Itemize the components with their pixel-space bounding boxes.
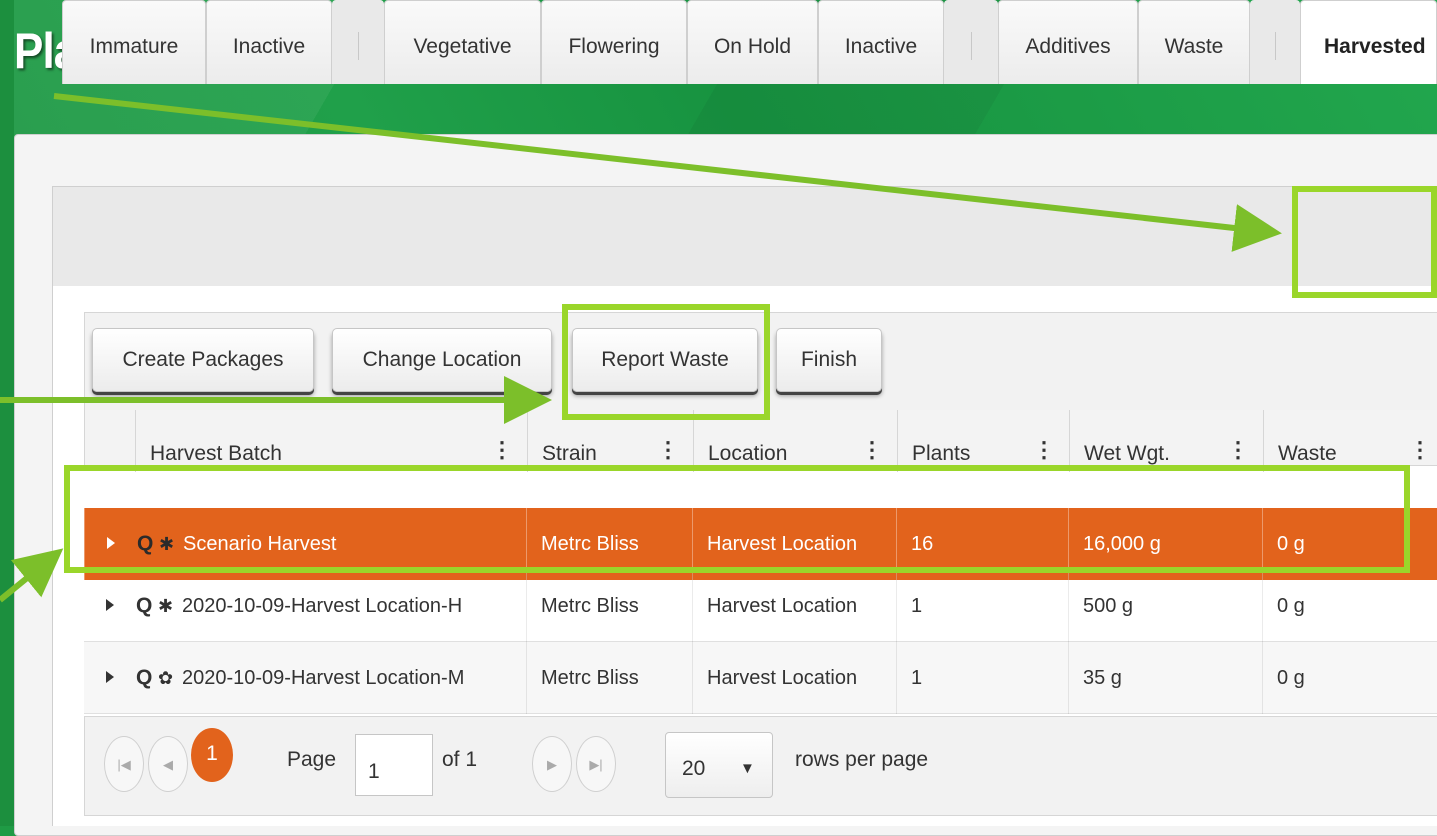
wet-weight-cell: 500 g: [1068, 570, 1262, 642]
search-icon[interactable]: Q: [136, 570, 152, 642]
expand-row-icon[interactable]: [106, 671, 114, 683]
waste-cell: 0 g: [1262, 570, 1437, 642]
location-cell: Harvest Location: [692, 570, 896, 642]
next-page-icon[interactable]: ▶: [532, 736, 572, 792]
previous-page-icon[interactable]: ◀: [148, 736, 188, 792]
first-page-icon[interactable]: |◀: [104, 736, 144, 792]
column-header-plants[interactable]: Plants ⋮: [897, 410, 1069, 472]
harvest-batch-cell: Q ✿ 2020-10-09-Harvest Location-M: [84, 642, 526, 714]
column-header-wet-weight[interactable]: Wet Wgt. ⋮: [1069, 410, 1263, 472]
wet-weight-cell: 35 g: [1068, 642, 1262, 714]
harvested-tab-highlight: [1292, 186, 1437, 298]
harvest-batch-cell: Q ✱ 2020-10-09-Harvest Location-H: [84, 570, 526, 642]
tab-on-hold[interactable]: On Hold: [687, 0, 818, 84]
column-header-waste[interactable]: Waste ⋮: [1263, 410, 1437, 472]
tab-strip: [52, 186, 1437, 287]
table-row[interactable]: Q ✱ 2020-10-09-Harvest Location-H Metrc …: [84, 570, 1437, 642]
strain-cell: Metrc Bliss: [526, 642, 692, 714]
column-menu-icon[interactable]: ⋮: [1033, 439, 1055, 461]
page-label: Page: [287, 748, 337, 771]
create-packages-button[interactable]: Create Packages: [92, 328, 314, 392]
finish-button[interactable]: Finish: [776, 328, 882, 392]
tab-harvested[interactable]: Harvested: [1300, 0, 1437, 84]
last-page-icon[interactable]: ▶|: [576, 736, 616, 792]
plants-cell: 1: [896, 570, 1068, 642]
tab-additives[interactable]: Additives: [998, 0, 1138, 84]
strain-cell: Metrc Bliss: [526, 570, 692, 642]
tab-inactive-plants[interactable]: Inactive: [818, 0, 944, 84]
tab-divider: [1250, 0, 1300, 84]
tab-vegetative[interactable]: Vegetative: [384, 0, 541, 84]
plants-cell: 1: [896, 642, 1068, 714]
change-location-button[interactable]: Change Location: [332, 328, 552, 392]
left-edge: [0, 0, 14, 826]
gear-icon: ✿: [158, 668, 174, 688]
column-menu-icon[interactable]: ⋮: [1227, 439, 1249, 461]
column-menu-icon[interactable]: ⋮: [861, 439, 883, 461]
selected-row-highlight: [64, 465, 1410, 573]
rows-per-page-label: rows per page: [795, 748, 929, 771]
rows-per-page-select[interactable]: 20 ▼: [665, 732, 773, 798]
tab-flowering[interactable]: Flowering: [541, 0, 687, 84]
column-menu-icon[interactable]: ⋮: [491, 439, 513, 461]
current-page-badge[interactable]: 1: [191, 728, 233, 782]
tab-immature[interactable]: Immature: [62, 0, 206, 84]
asterisk-icon: ✱: [158, 596, 174, 616]
report-waste-highlight: [562, 304, 770, 420]
tab-waste[interactable]: Waste: [1138, 0, 1250, 84]
waste-cell: 0 g: [1262, 642, 1437, 714]
page-number-input[interactable]: [355, 734, 433, 796]
column-menu-icon[interactable]: ⋮: [657, 439, 679, 461]
column-menu-icon[interactable]: ⋮: [1409, 439, 1431, 461]
expand-row-icon[interactable]: [106, 599, 114, 611]
column-header-harvest-batch[interactable]: Harvest Batch ⋮: [135, 410, 527, 472]
tab-divider: [332, 0, 384, 84]
location-cell: Harvest Location: [692, 642, 896, 714]
page-count-label: of 1: [442, 748, 478, 771]
tab-divider: [944, 0, 998, 84]
dropdown-caret-icon: ▼: [740, 760, 755, 777]
table-row[interactable]: Q ✿ 2020-10-09-Harvest Location-M Metrc …: [84, 642, 1437, 714]
search-icon[interactable]: Q: [136, 642, 152, 714]
tab-inactive-immature[interactable]: Inactive: [206, 0, 332, 84]
